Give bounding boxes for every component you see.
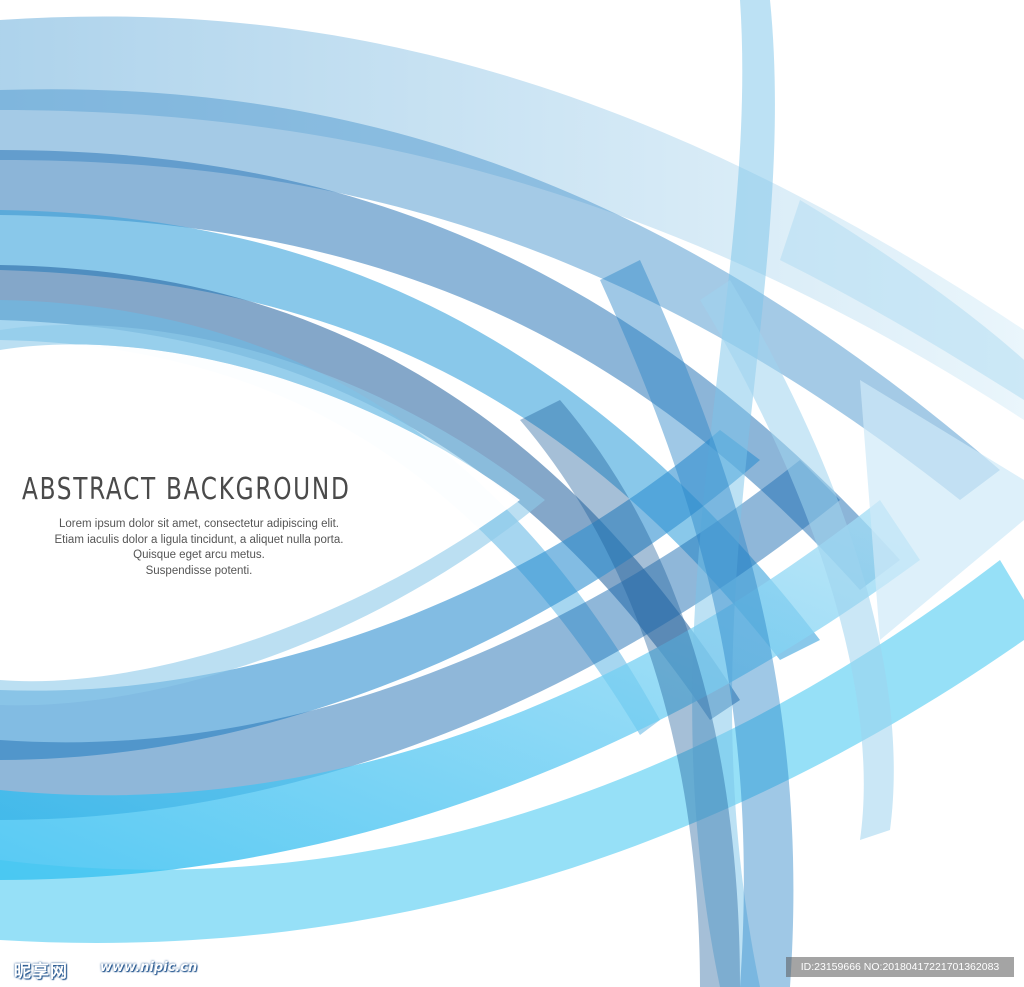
body-line: Lorem ipsum dolor sit amet, consectetur … xyxy=(59,518,339,530)
abstract-background-canvas: ABSTRACT BACKGROUND Lorem ipsum dolor si… xyxy=(0,0,1024,987)
body-line: Quisque eget arcu metus. xyxy=(133,549,265,561)
body-line: Suspendisse potenti. xyxy=(145,564,253,577)
watermark-logo: 昵享网 xyxy=(14,962,68,982)
body-line: Etiam iaculis dolor a ligula tincidunt, … xyxy=(54,533,344,546)
headline-text: ABSTRACT BACKGROUND xyxy=(22,472,351,507)
watermark-url: www.nipic.cn xyxy=(100,960,198,975)
body-copy: Lorem ipsum dolor sit amet, consectetur … xyxy=(24,517,374,579)
watermark-id-badge: ID:23159666 NO:20180417221701362083 xyxy=(786,957,1014,977)
